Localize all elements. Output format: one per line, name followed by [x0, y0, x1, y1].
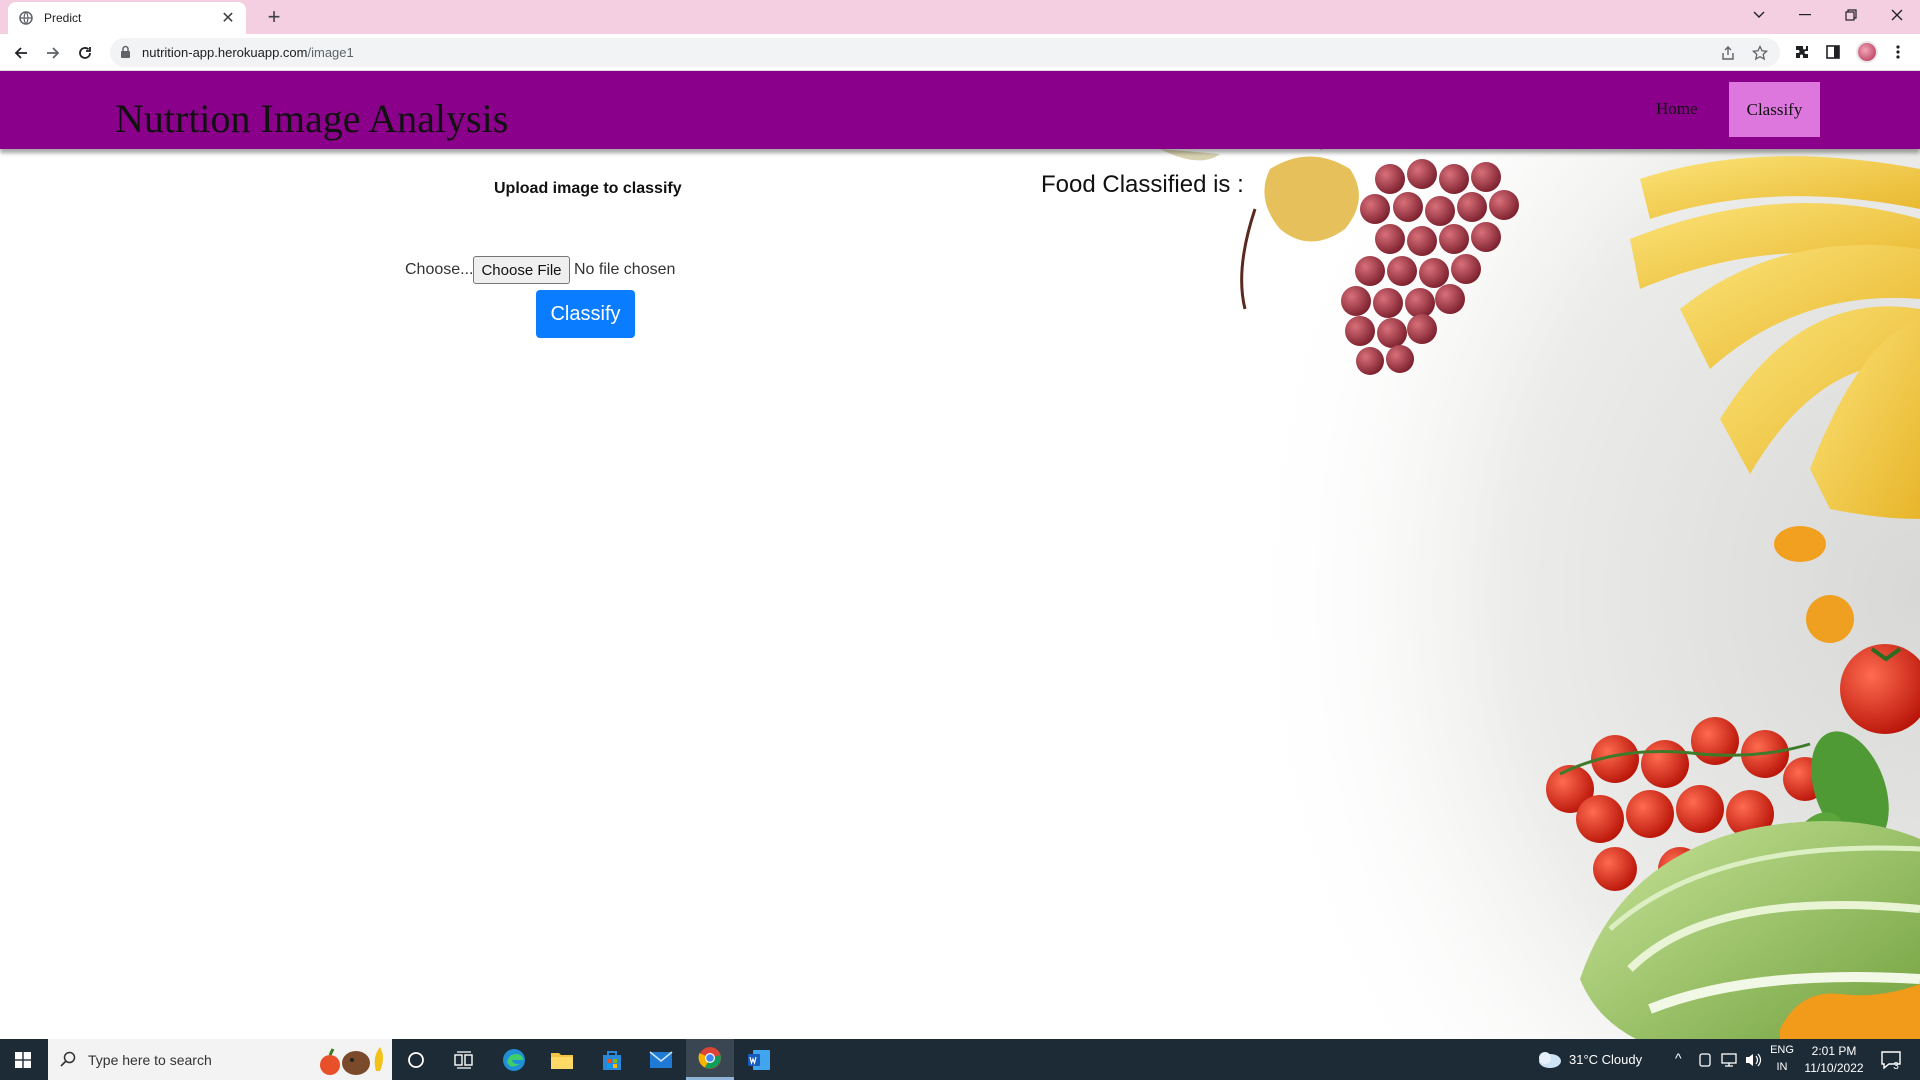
forward-icon[interactable]: [40, 40, 66, 66]
close-tab-icon[interactable]: ✕: [220, 8, 236, 28]
url-text: nutrition-app.herokuapp.com/image1: [142, 45, 354, 60]
windows-taskbar: Type here to search 31°C Cloudy ^ ENG IN…: [0, 1039, 1920, 1080]
close-window-icon[interactable]: [1874, 0, 1920, 30]
site-brand[interactable]: Nutrtion Image Analysis: [115, 95, 508, 142]
lock-icon[interactable]: [120, 45, 131, 64]
chrome-taskbar-icon[interactable]: [686, 1039, 734, 1080]
tray-overflow-icon[interactable]: ^: [1675, 1050, 1682, 1066]
web-page: Nutrtion Image Analysis Home Classify Up…: [0, 71, 1920, 1039]
produce-background-image: [1160, 149, 1920, 1039]
tab-search-icon[interactable]: [1736, 0, 1782, 30]
globe-icon: [18, 10, 34, 26]
extensions-icon[interactable]: [1792, 42, 1812, 62]
mail-icon[interactable]: [637, 1039, 685, 1080]
file-input-label: Choose...: [405, 261, 474, 278]
word-icon[interactable]: [735, 1039, 783, 1080]
task-view-icon[interactable]: [440, 1039, 488, 1080]
classification-result-label: Food Classified is :: [1041, 171, 1244, 198]
nav-link-home[interactable]: Home: [1656, 99, 1698, 119]
weather-cloud-icon[interactable]: [1536, 1049, 1562, 1069]
cortana-icon[interactable]: [392, 1039, 440, 1080]
search-highlight-icon: [320, 1047, 383, 1075]
side-panel-icon[interactable]: [1823, 42, 1843, 62]
reload-icon[interactable]: [72, 40, 98, 66]
browser-menu-icon[interactable]: [1888, 42, 1908, 62]
clock-time[interactable]: 2:01 PM: [1800, 1044, 1868, 1058]
taskbar-search-placeholder: Type here to search: [88, 1052, 212, 1068]
choose-file-button[interactable]: Choose File: [473, 256, 570, 284]
new-tab-button[interactable]: +: [260, 4, 288, 30]
tab-strip: Predict ✕ +: [0, 0, 1920, 34]
nav-link-classify[interactable]: Classify: [1729, 82, 1820, 137]
notification-count: 3: [1893, 1061, 1899, 1072]
meet-now-icon[interactable]: [1698, 1052, 1712, 1068]
back-icon[interactable]: [8, 40, 34, 66]
restore-icon[interactable]: [1828, 0, 1874, 30]
site-navbar: Nutrtion Image Analysis Home Classify: [0, 71, 1920, 149]
language-code[interactable]: ENG: [1768, 1044, 1796, 1056]
clock-date[interactable]: 11/10/2022: [1800, 1061, 1868, 1075]
tab-title: Predict: [44, 11, 82, 25]
volume-icon[interactable]: [1744, 1052, 1762, 1068]
classify-button[interactable]: Classify: [536, 290, 635, 338]
file-status-text: No file chosen: [574, 261, 676, 278]
bookmark-star-icon[interactable]: [1750, 43, 1770, 63]
weather-text[interactable]: 31°C Cloudy: [1569, 1052, 1642, 1067]
edge-browser-icon[interactable]: [490, 1039, 538, 1080]
search-icon: [60, 1051, 76, 1072]
address-bar[interactable]: nutrition-app.herokuapp.com/image1: [110, 38, 1780, 67]
url-host: nutrition-app.herokuapp.com: [142, 45, 308, 60]
microsoft-store-icon[interactable]: [588, 1039, 636, 1080]
browser-toolbar: nutrition-app.herokuapp.com/image1: [0, 34, 1920, 71]
taskbar-search-box[interactable]: Type here to search: [48, 1039, 392, 1080]
windows-start-icon[interactable]: [0, 1039, 46, 1080]
profile-avatar[interactable]: [1856, 41, 1878, 63]
url-path: /image1: [307, 45, 354, 60]
network-icon[interactable]: [1720, 1052, 1738, 1068]
file-explorer-icon[interactable]: [538, 1039, 586, 1080]
language-region[interactable]: IN: [1768, 1061, 1796, 1073]
minimize-icon[interactable]: [1782, 0, 1828, 30]
browser-tab[interactable]: Predict ✕: [8, 2, 246, 34]
share-icon[interactable]: [1718, 43, 1738, 63]
upload-title: Upload image to classify: [494, 180, 682, 197]
